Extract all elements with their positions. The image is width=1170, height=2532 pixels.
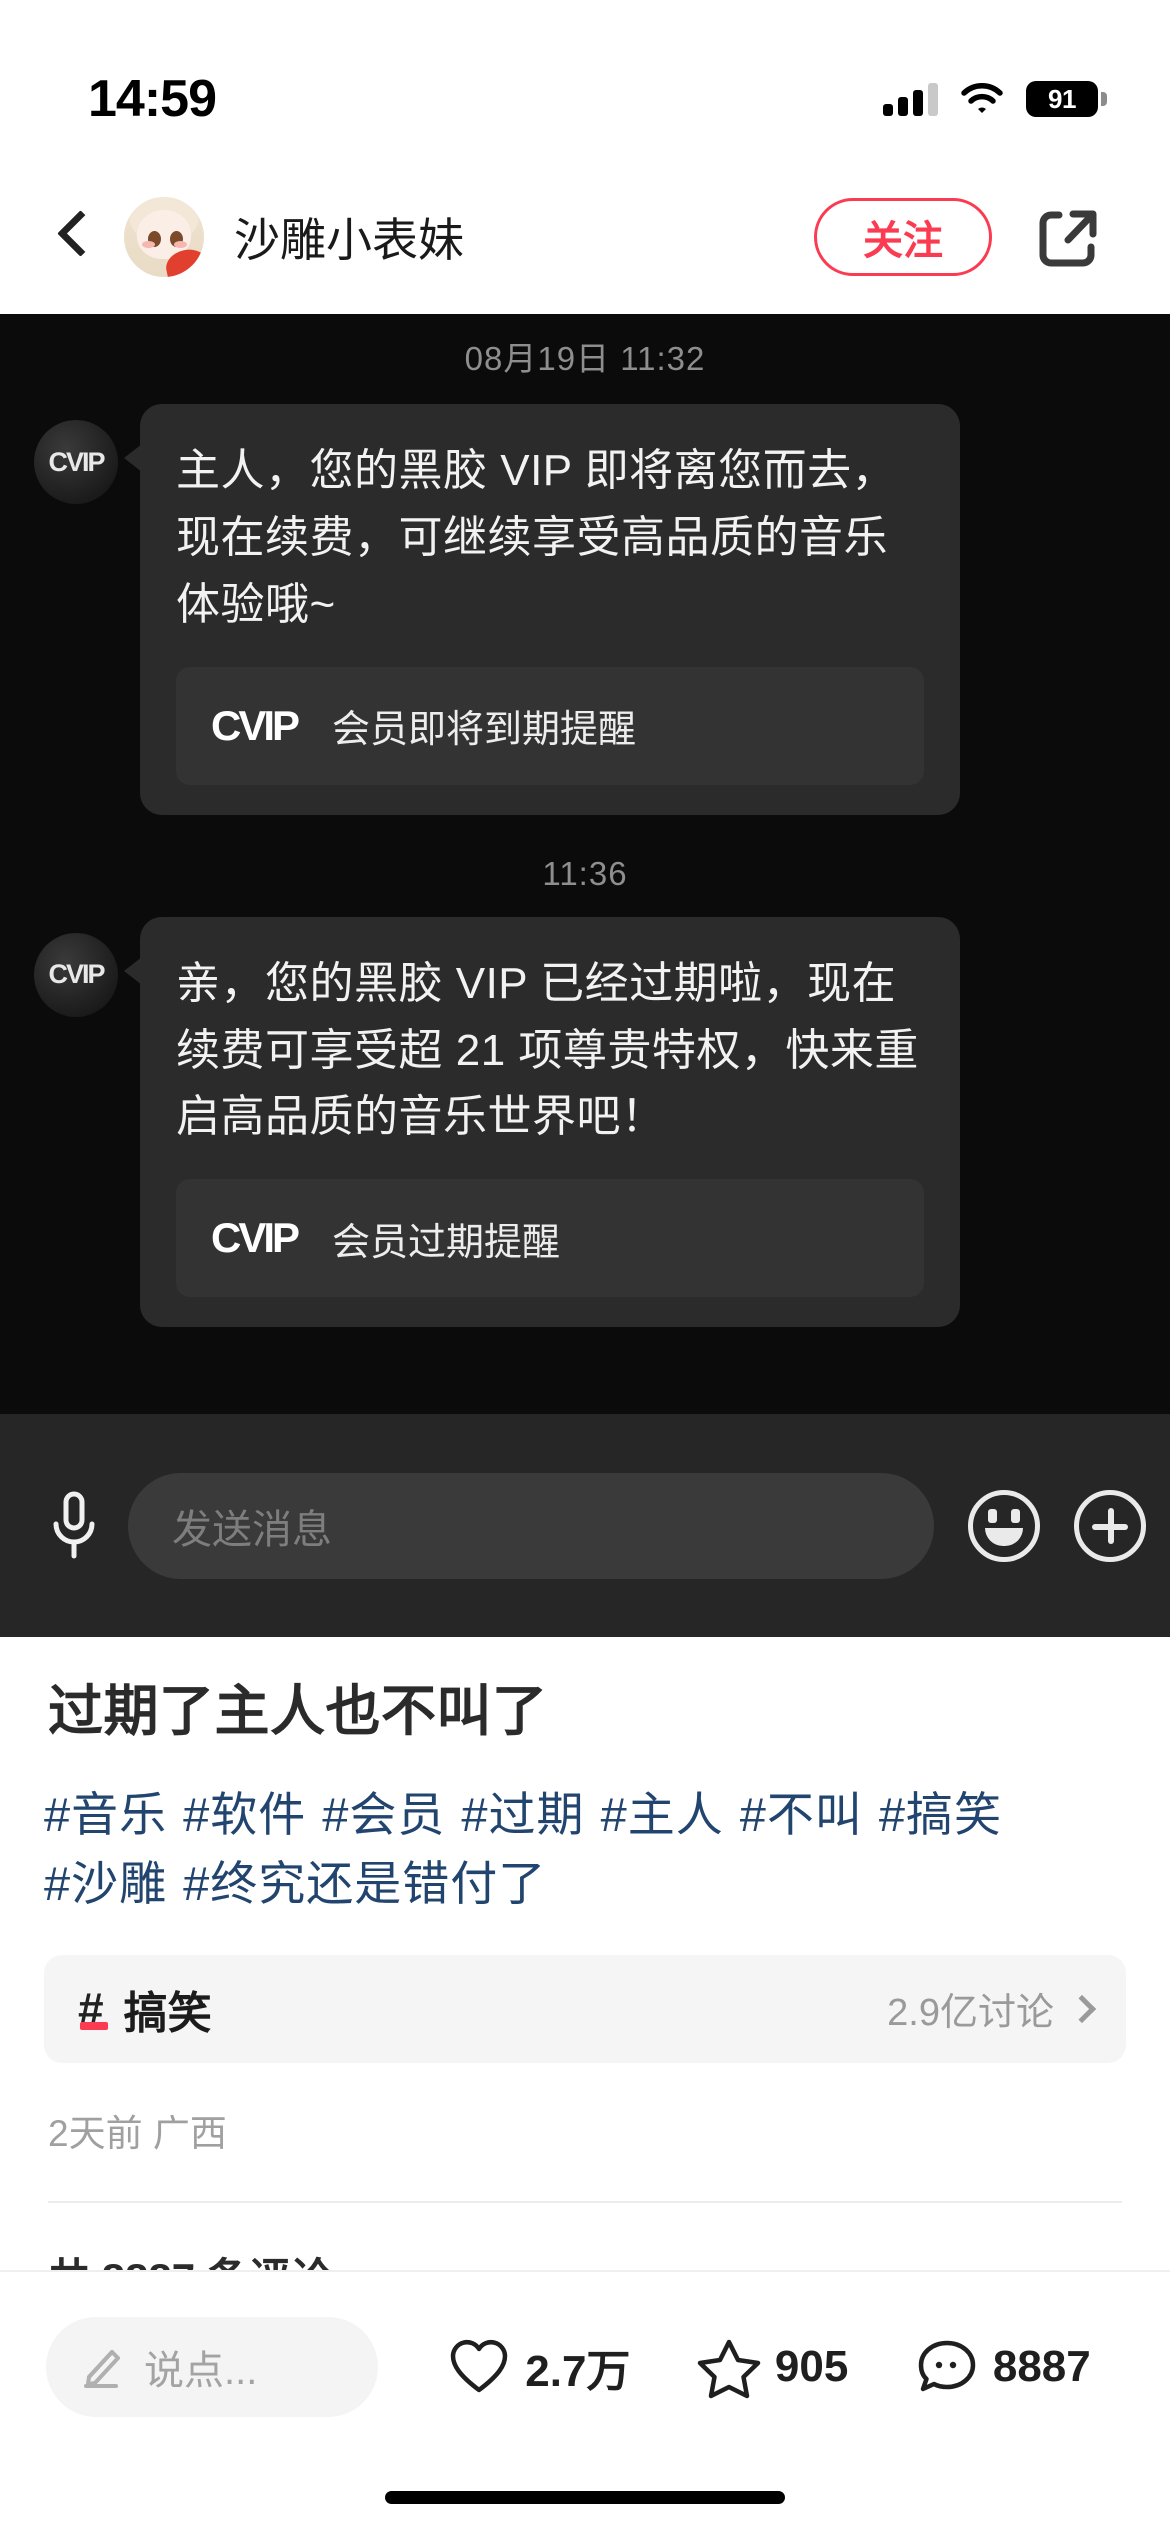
microphone-icon[interactable] <box>42 1486 106 1566</box>
like-button[interactable]: 2.7万 <box>447 2335 630 2399</box>
post-tag[interactable]: #不叫 <box>740 1788 863 1841</box>
engagement-actions: 2.7万 905 8887 <box>378 2335 1124 2399</box>
follow-button[interactable]: 关注 <box>814 198 992 276</box>
message-text: 亲，您的黑胶 VIP 已经过期啦，现在续费可享受超 21 项尊贵特权，快来重启高… <box>176 958 919 1142</box>
like-count: 2.7万 <box>525 2347 631 2396</box>
post-tag[interactable]: #软件 <box>183 1788 306 1841</box>
chat-message: CVIP 主人，您的黑胶 VIP 即将离您而去，现在续费，可继续享受高品质的音乐… <box>0 404 1170 815</box>
message-card-title: 会员过期提醒 <box>332 1221 561 1264</box>
message-card[interactable]: CVIP 会员即将到期提醒 <box>176 666 924 785</box>
cvip-logo-icon: CVIP <box>210 701 300 749</box>
home-indicator <box>385 2491 785 2504</box>
vip-avatar-icon: CVIP <box>34 932 118 1017</box>
emoji-smile-icon[interactable] <box>968 1489 1040 1562</box>
post-tag[interactable]: #过期 <box>461 1788 584 1841</box>
topic-entry[interactable]: # 搞笑 2.9亿讨论 <box>44 1954 1126 2063</box>
vip-avatar-icon: CVIP <box>34 420 118 504</box>
follow-button-label: 关注 <box>863 219 943 263</box>
post-tag[interactable]: #终究还是错付了 <box>183 1857 546 1910</box>
post-tag[interactable]: #主人 <box>601 1788 724 1841</box>
star-icon <box>697 2339 761 2399</box>
battery-icon: 91 <box>1026 81 1107 117</box>
topic-name: 搞笑 <box>123 1988 212 2038</box>
bottom-action-bar: 说点... 2.7万 905 8887 <box>0 2270 1170 2532</box>
post-tag[interactable]: #音乐 <box>44 1788 167 1841</box>
comment-compose-placeholder: 说点... <box>144 2349 258 2393</box>
page-title: 过期了主人也不叫了 <box>48 1680 548 1742</box>
post-tag[interactable]: #搞笑 <box>879 1788 1002 1841</box>
cellular-signal-icon <box>883 82 938 116</box>
page-header: 沙雕小表妹 关注 <box>0 160 1170 314</box>
battery-level: 91 <box>1048 83 1076 114</box>
favorite-button[interactable]: 905 <box>697 2335 848 2399</box>
post-meta: 2天前 广西 <box>48 2112 227 2154</box>
author-nickname[interactable]: 沙雕小表妹 <box>234 204 464 270</box>
status-bar: 14:59 91 <box>0 0 1170 160</box>
message-card[interactable]: CVIP 会员过期提醒 <box>176 1179 924 1298</box>
message-bubble[interactable]: 主人，您的黑胶 VIP 即将离您而去，现在续费，可继续享受高品质的音乐体验哦~ … <box>124 404 960 815</box>
back-chevron-icon[interactable] <box>50 207 96 267</box>
post-image-chat-screenshot[interactable]: 08月19日 11:32 CVIP 主人，您的黑胶 VIP 即将离您而去，现在续… <box>0 314 1170 1637</box>
avatar[interactable] <box>124 197 204 277</box>
post-tags: #音乐 #软件 #会员 #过期 #主人 #不叫 #搞笑 #沙雕 #终究还是错付了 <box>0 1746 1170 1919</box>
message-text: 主人，您的黑胶 VIP 即将离您而去，现在续费，可继续享受高品质的音乐体验哦~ <box>176 446 897 629</box>
heart-icon <box>451 2339 508 2393</box>
chat-message: CVIP 亲，您的黑胶 VIP 已经过期啦，现在续费可享受超 21 项尊贵特权，… <box>0 916 1170 1328</box>
topic-discussion-count: 2.9亿讨论 <box>887 1992 1054 2035</box>
comment-bubble-icon <box>918 2340 976 2392</box>
hashtag-icon: # <box>78 1982 108 2035</box>
wifi-icon <box>960 82 1004 116</box>
message-timestamp: 11:36 <box>542 854 628 892</box>
favorite-count: 905 <box>774 2342 849 2391</box>
status-bar-indicators: 91 <box>883 81 1107 117</box>
pencil-icon <box>82 2345 126 2389</box>
status-bar-clock: 14:59 <box>88 70 217 128</box>
cvip-logo-icon: CVIP <box>210 1214 300 1262</box>
message-card-title: 会员即将到期提醒 <box>332 709 637 752</box>
comment-compose-input[interactable]: 说点... <box>46 2317 378 2417</box>
chat-message-input[interactable]: 发送消息 <box>128 1472 934 1579</box>
app-screen: 14:59 91 沙雕小表妹 关注 08月19日 11:32 CVIP 主人，您… <box>0 0 1170 2532</box>
post-tag[interactable]: #沙雕 <box>44 1857 167 1910</box>
comment-button[interactable]: 8887 <box>915 2335 1091 2399</box>
chat-scroll-area: 08月19日 11:32 CVIP 主人，您的黑胶 VIP 即将离您而去，现在续… <box>0 314 1170 1414</box>
post-body: 过期了主人也不叫了 #音乐 #软件 #会员 #过期 #主人 #不叫 #搞笑#沙雕 #终究还是错… <box>0 1637 1170 2306</box>
chevron-right-icon <box>1067 1994 1097 2023</box>
comment-count: 8887 <box>992 2342 1091 2391</box>
chat-input-bar: 发送消息 <box>0 1414 1170 1637</box>
post-tag[interactable]: #会员 <box>322 1788 445 1841</box>
chat-input-placeholder: 发送消息 <box>172 1507 332 1552</box>
bottom-action-row: 说点... 2.7万 905 8887 <box>0 2272 1170 2462</box>
message-timestamp: 08月19日 11:32 <box>464 340 706 377</box>
plus-add-icon[interactable] <box>1074 1489 1146 1562</box>
message-bubble[interactable]: 亲，您的黑胶 VIP 已经过期啦，现在续费可享受超 21 项尊贵特权，快来重启高… <box>124 916 960 1328</box>
share-external-icon[interactable] <box>1032 200 1106 274</box>
